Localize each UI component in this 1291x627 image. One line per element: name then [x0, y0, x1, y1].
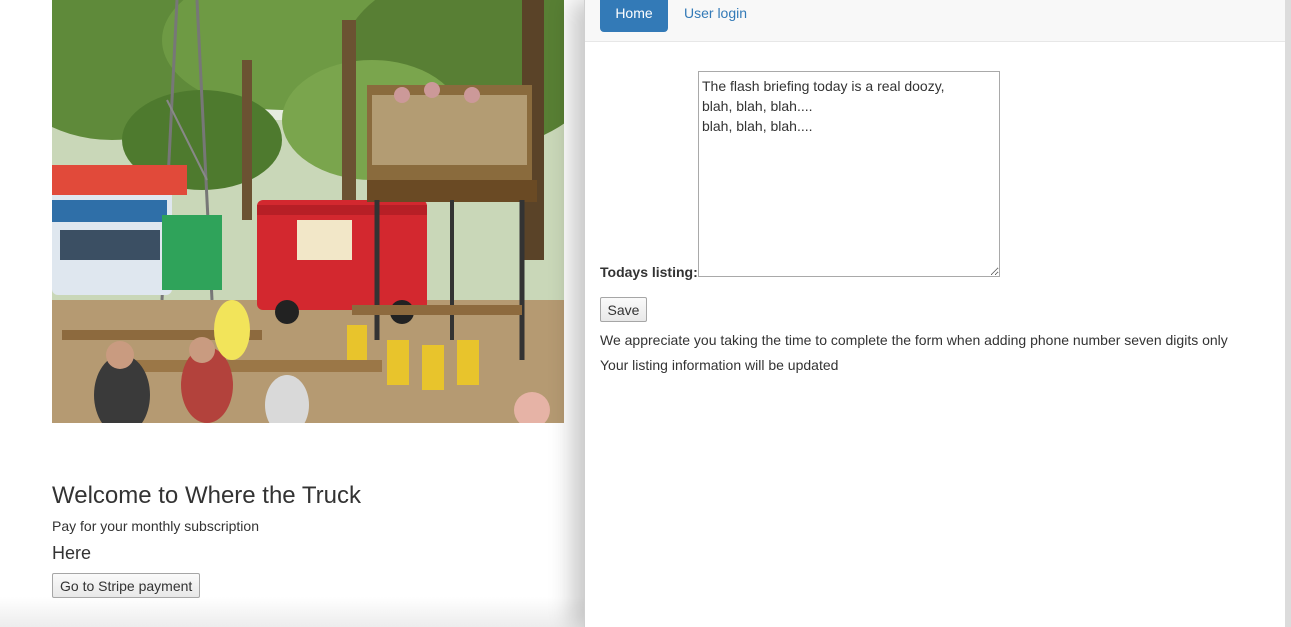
navbar: Home User login: [585, 0, 1286, 42]
phone-note-text: We appreciate you taking the time to com…: [600, 332, 1228, 348]
nav-home-tab[interactable]: Home: [600, 0, 668, 32]
welcome-title: Welcome to Where the Truck: [52, 482, 361, 509]
panel-scroll-edge: [1285, 0, 1291, 627]
listing-panel: Home User login Todays listing: The flas…: [584, 0, 1286, 627]
save-button[interactable]: Save: [600, 297, 647, 322]
update-note-text: Your listing information will be updated: [600, 357, 839, 373]
page-bottom-shadow: [0, 597, 584, 627]
nav-user-login-link[interactable]: User login: [684, 0, 747, 26]
todays-listing-label: Todays listing:: [600, 264, 698, 280]
subscription-text: Pay for your monthly subscription: [52, 518, 259, 534]
todays-listing-textarea[interactable]: The flash briefing today is a real doozy…: [698, 71, 1000, 277]
main-page: Welcome to Where the Truck Pay for your …: [0, 0, 584, 627]
here-heading: Here: [52, 543, 92, 563]
stripe-payment-button[interactable]: Go to Stripe payment: [52, 573, 201, 598]
food-truck-photo: [52, 0, 564, 423]
